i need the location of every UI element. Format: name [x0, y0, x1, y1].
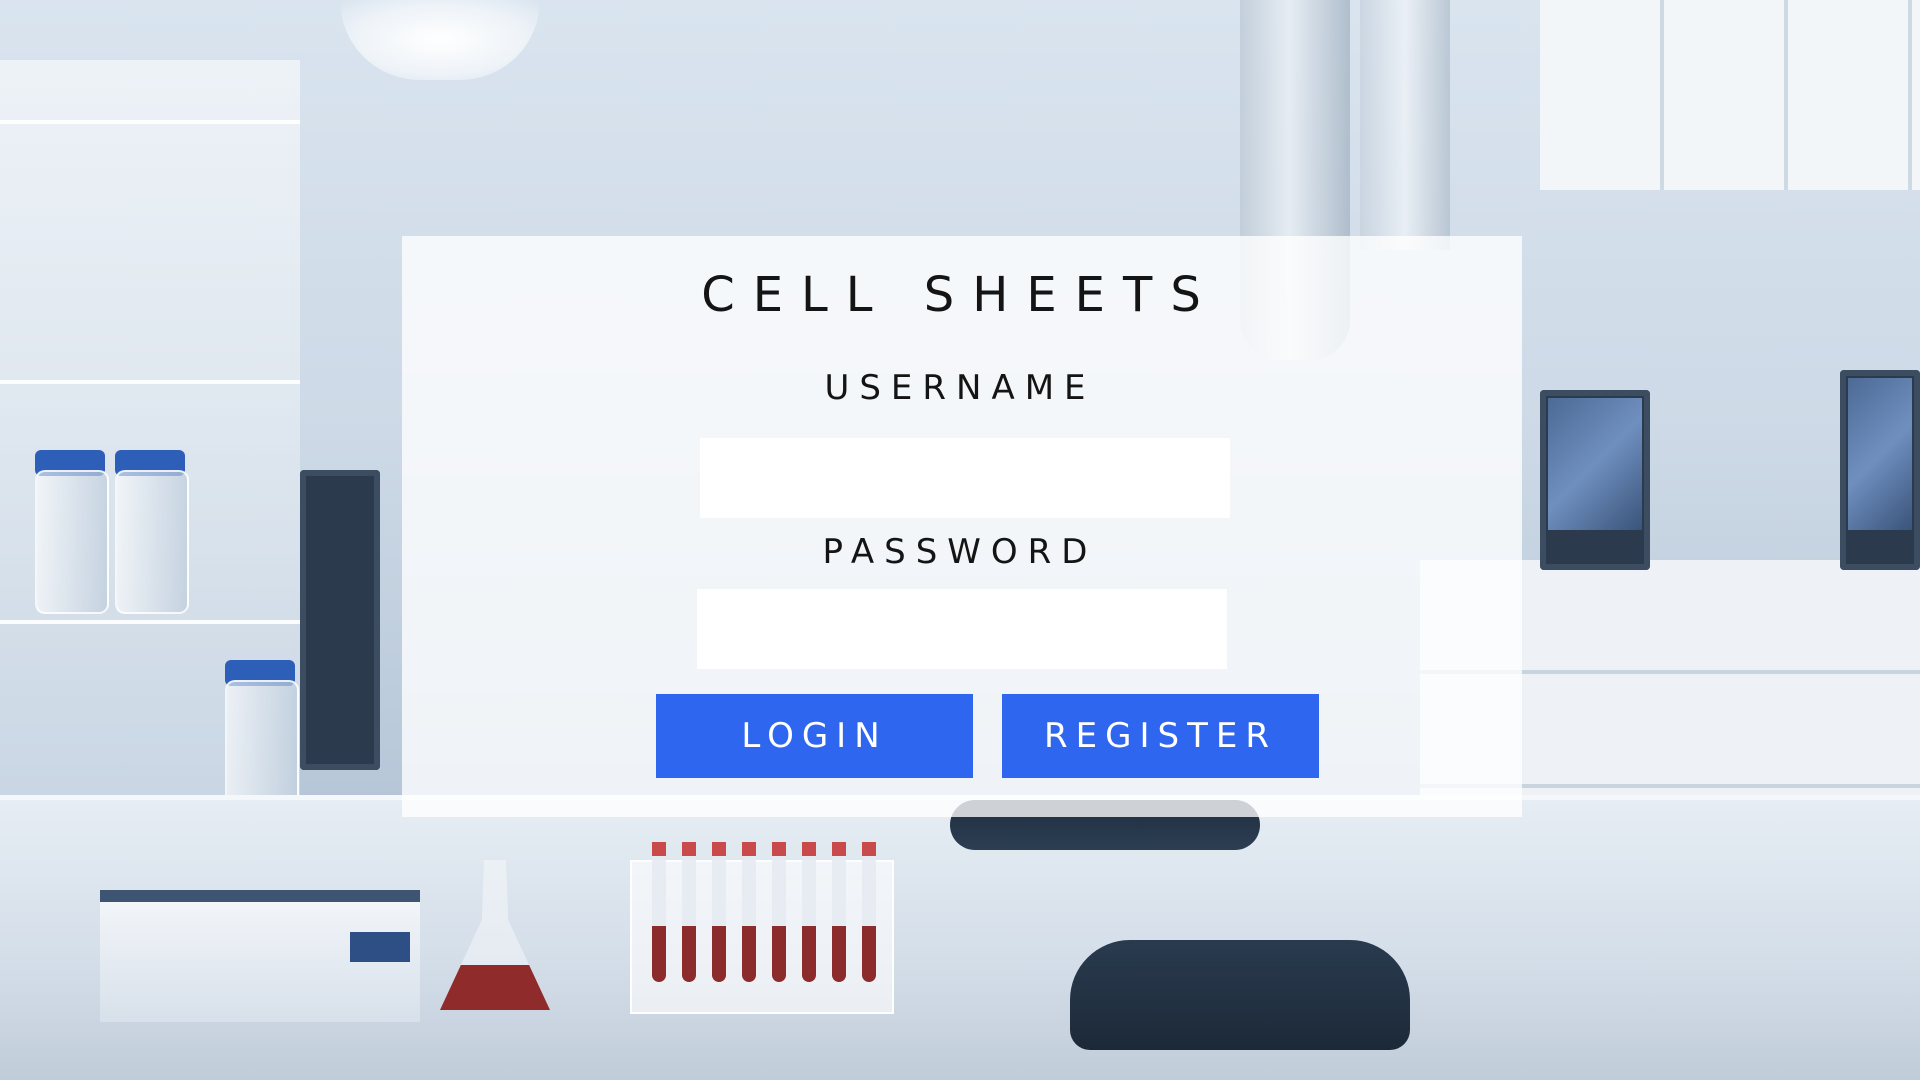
fume-duct	[1360, 0, 1450, 250]
lab-stool	[1070, 940, 1410, 1050]
test-tube	[742, 842, 756, 982]
password-input[interactable]	[697, 589, 1227, 669]
test-tube	[682, 842, 696, 982]
username-input[interactable]	[700, 438, 1230, 518]
supply-box	[100, 890, 420, 1022]
test-tube	[832, 842, 846, 982]
wall-cabinets	[1540, 0, 1920, 190]
test-tube	[802, 842, 816, 982]
password-label: PASSWORD	[822, 532, 1098, 572]
box-label	[350, 932, 410, 962]
monitor-screen	[1548, 398, 1642, 530]
ceiling-lamp	[340, 0, 540, 80]
test-tube-rack	[630, 842, 894, 1014]
login-button[interactable]: LOGIN	[656, 694, 973, 778]
shelf-edge	[0, 620, 300, 624]
shelf-edge	[0, 120, 300, 124]
test-tube	[652, 842, 666, 982]
app-title: CELL SHEETS	[701, 267, 1219, 323]
register-button[interactable]: REGISTER	[1002, 694, 1319, 778]
test-tube	[772, 842, 786, 982]
test-tube	[712, 842, 726, 982]
monitor	[300, 470, 380, 770]
test-tube	[862, 842, 876, 982]
username-label: USERNAME	[824, 368, 1096, 408]
